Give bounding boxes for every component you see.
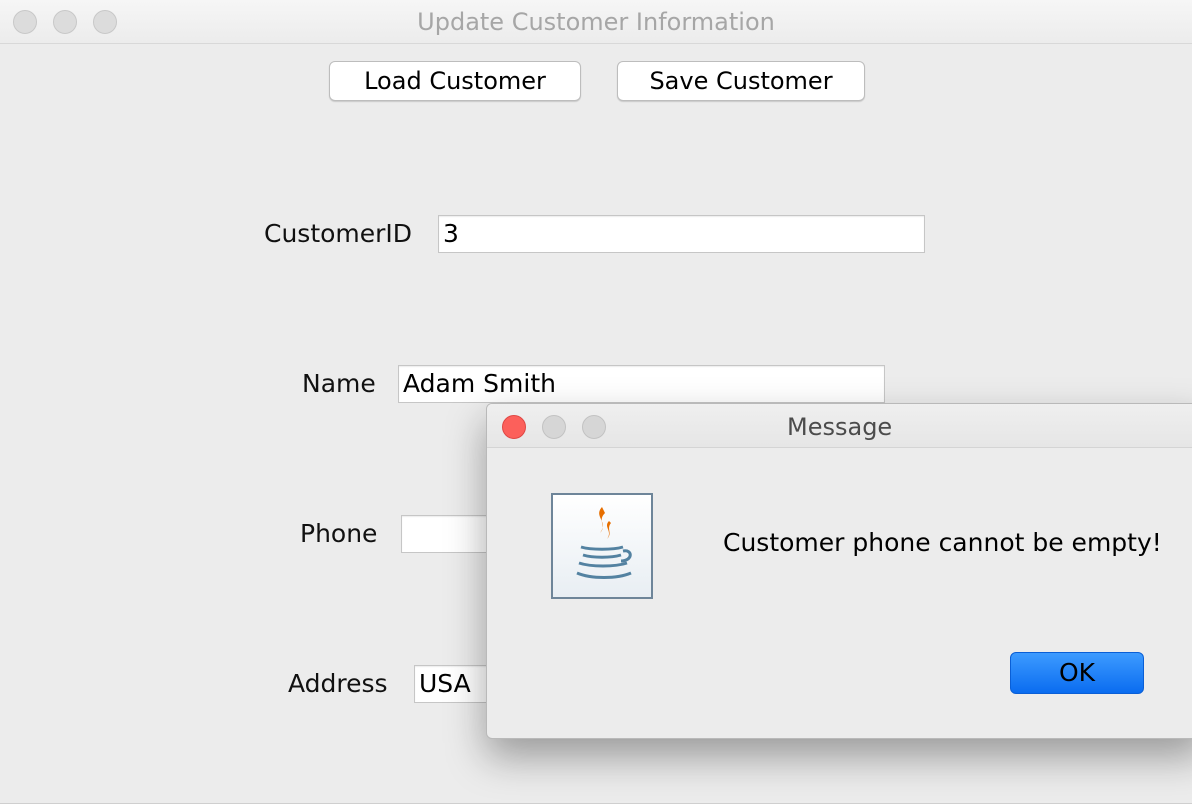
save-customer-button[interactable]: Save Customer [617,61,865,101]
minimize-dialog-icon [542,415,566,439]
zoom-dialog-icon [582,415,606,439]
address-label: Address [288,669,388,698]
java-cup-icon [551,493,653,599]
dialog-message: Customer phone cannot be empty! [723,528,1162,557]
name-field[interactable]: Adam Smith [398,365,885,403]
dialog-title: Message [787,413,893,441]
ok-button[interactable]: OK [1010,652,1144,694]
customer-id-label: CustomerID [264,219,413,248]
dialog-titlebar: Message [487,404,1192,448]
customer-id-field[interactable]: 3 [438,215,925,253]
message-dialog: Message Customer phone cannot be empty! … [486,403,1192,739]
window-title: Update Customer Information [417,8,775,36]
close-dialog-icon[interactable] [502,415,526,439]
load-customer-button[interactable]: Load Customer [329,61,581,101]
window-titlebar: Update Customer Information [0,0,1192,44]
name-label: Name [302,369,376,398]
phone-label: Phone [300,519,378,548]
